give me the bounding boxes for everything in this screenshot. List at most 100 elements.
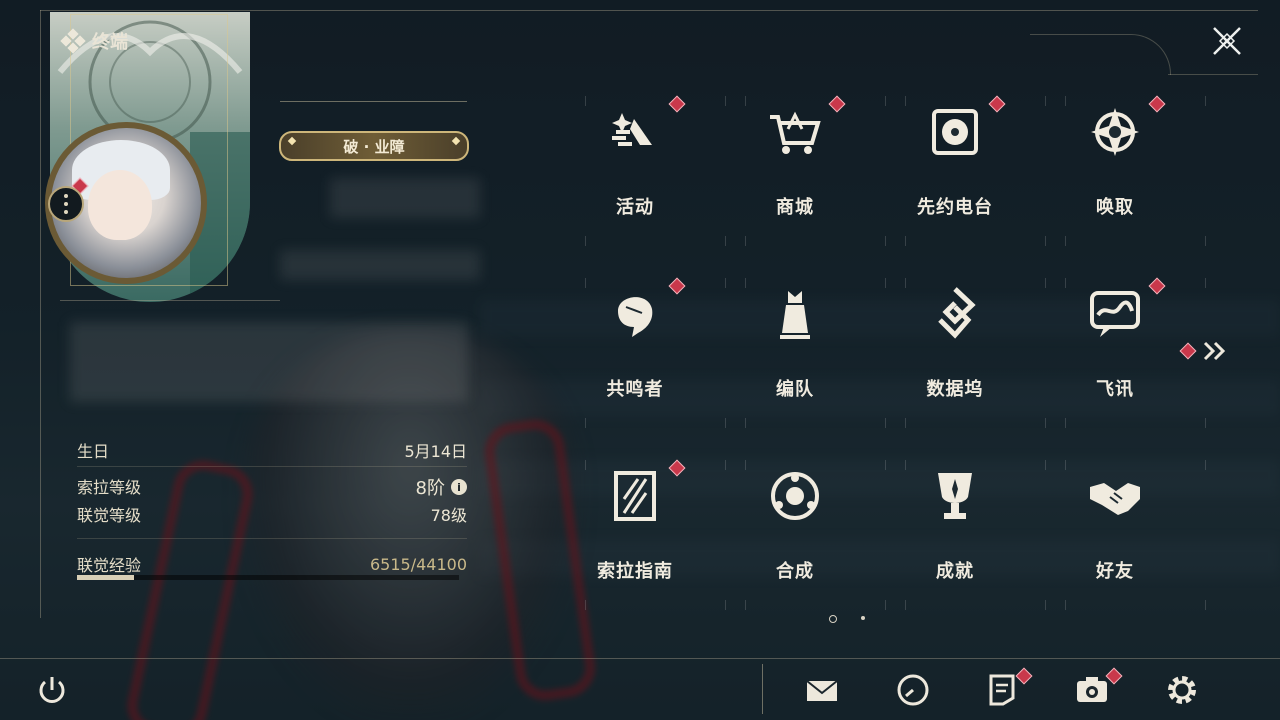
- notification-dot: [1148, 95, 1166, 113]
- power-button[interactable]: [32, 670, 72, 710]
- mail-icon: [806, 680, 838, 701]
- menu-item-label: 共鸣者: [606, 379, 664, 400]
- notes-icon: [989, 674, 1015, 706]
- menu-item-resonator[interactable]: 共鸣者: [565, 274, 705, 424]
- cart-icon: [760, 97, 830, 167]
- grid-tick: [1205, 460, 1206, 470]
- union-level-value: 78级: [430, 506, 467, 525]
- friends-icon: [1080, 461, 1150, 531]
- avatar-face: [88, 170, 152, 240]
- grid-tick: [745, 418, 746, 428]
- grid-tick: [905, 460, 906, 470]
- sparkle-icon: [600, 97, 670, 167]
- mail-button[interactable]: [802, 670, 842, 710]
- menu-item-data-bank[interactable]: 数据坞: [885, 274, 1025, 424]
- grid-tick: [585, 418, 586, 428]
- menu-item-label: 唤取: [1096, 197, 1134, 218]
- grid-tick: [905, 418, 906, 428]
- notification-dot: [1148, 277, 1166, 295]
- grid-tick: [1065, 96, 1066, 106]
- frame-left-line: [40, 10, 41, 618]
- bottom-bar-line: [0, 658, 1280, 659]
- camera-icon: [1077, 677, 1107, 702]
- grid-tick: [745, 460, 746, 470]
- stat-divider: [77, 466, 467, 467]
- frame-top-line: [40, 10, 1258, 11]
- grid-tick: [905, 236, 906, 246]
- clock-button[interactable]: [893, 670, 933, 710]
- profile-options-button[interactable]: [48, 186, 84, 222]
- union-exp-fill: [77, 575, 134, 580]
- frame-right-line: [1168, 74, 1258, 75]
- nameplate-line: [280, 101, 467, 102]
- grid-tick: [1065, 236, 1066, 246]
- menu-item-label: 成就: [936, 561, 974, 582]
- resonator-icon: [600, 279, 670, 349]
- notification-dot: [828, 95, 846, 113]
- page-title-text: 终端: [92, 32, 128, 53]
- grid-tick: [1205, 96, 1206, 106]
- union-exp-bar: [77, 575, 459, 580]
- menu-item-label: 飞讯: [1096, 379, 1134, 400]
- convene-icon: [1080, 97, 1150, 167]
- portrait-divider: [60, 300, 280, 301]
- info-icon[interactable]: i: [451, 479, 467, 495]
- menu-item-team[interactable]: 编队: [725, 274, 865, 424]
- grid-tick: [905, 600, 906, 610]
- notification-dot: [988, 95, 1006, 113]
- menu-item-radio[interactable]: 先约电台: [885, 92, 1025, 242]
- synthesis-icon: [760, 461, 830, 531]
- menu-item-label: 编队: [776, 379, 814, 400]
- menu-item-trophy[interactable]: 成就: [885, 456, 1025, 606]
- grid-tick: [585, 600, 586, 610]
- grid-tick: [905, 278, 906, 288]
- grid-tick: [1065, 278, 1066, 288]
- grid-tick: [585, 236, 586, 246]
- data-bank-icon: [920, 279, 990, 349]
- page-indicator[interactable]: [861, 616, 865, 620]
- guidebook-icon: [600, 461, 670, 531]
- next-page-button[interactable]: [1179, 340, 1228, 362]
- grid-tick: [745, 600, 746, 610]
- close-button[interactable]: [1210, 24, 1244, 58]
- menu-item-label: 商城: [776, 197, 814, 218]
- double-chevron-right-icon: [1203, 341, 1226, 361]
- grid-tick: [745, 236, 746, 246]
- page-title: 终端: [60, 28, 128, 54]
- birthday-label: 生日: [77, 442, 110, 461]
- notification-dot: [668, 459, 686, 477]
- notification-dot: [668, 277, 686, 295]
- player-id-blurred: [280, 250, 480, 280]
- union-exp-row: 联觉经验 6515/44100: [77, 552, 467, 576]
- birthday-value: 5月14日: [404, 442, 467, 461]
- title-badge[interactable]: 破 · 业障: [279, 131, 469, 161]
- trophy-icon: [920, 461, 990, 531]
- camera-button[interactable]: [1072, 667, 1123, 710]
- page-indicator-active[interactable]: [829, 615, 837, 623]
- diamond-logo-icon: [60, 28, 86, 54]
- sola-level-row: 索拉等级 8阶 i: [77, 474, 467, 500]
- grid-tick: [905, 96, 906, 106]
- grid-tick: [1065, 600, 1066, 610]
- grid-tick: [1205, 600, 1206, 610]
- menu-item-cart[interactable]: 商城: [725, 92, 865, 242]
- grid-tick: [1065, 418, 1066, 428]
- menu-item-label: 数据坞: [926, 379, 984, 400]
- union-exp-value: 6515/44100: [369, 554, 467, 574]
- settings-button[interactable]: [1162, 670, 1202, 710]
- menu-item-convene[interactable]: 唤取: [1045, 92, 1185, 242]
- menu-item-guidebook[interactable]: 索拉指南: [565, 456, 705, 606]
- menu-item-friends[interactable]: 好友: [1045, 456, 1185, 606]
- menu-item-synthesis[interactable]: 合成: [725, 456, 865, 606]
- team-icon: [760, 279, 830, 349]
- sola-level-label: 索拉等级: [77, 478, 142, 497]
- more-icon: [64, 192, 68, 216]
- grid-tick: [1205, 418, 1206, 428]
- menu-item-sparkle[interactable]: 活动: [565, 92, 705, 242]
- close-icon: [1213, 27, 1241, 55]
- title-badge-text: 破 · 业障: [343, 137, 405, 156]
- grid-tick: [745, 278, 746, 288]
- menu-item-message[interactable]: 飞讯: [1045, 274, 1185, 424]
- grid-tick: [585, 278, 586, 288]
- notes-button[interactable]: [982, 667, 1033, 710]
